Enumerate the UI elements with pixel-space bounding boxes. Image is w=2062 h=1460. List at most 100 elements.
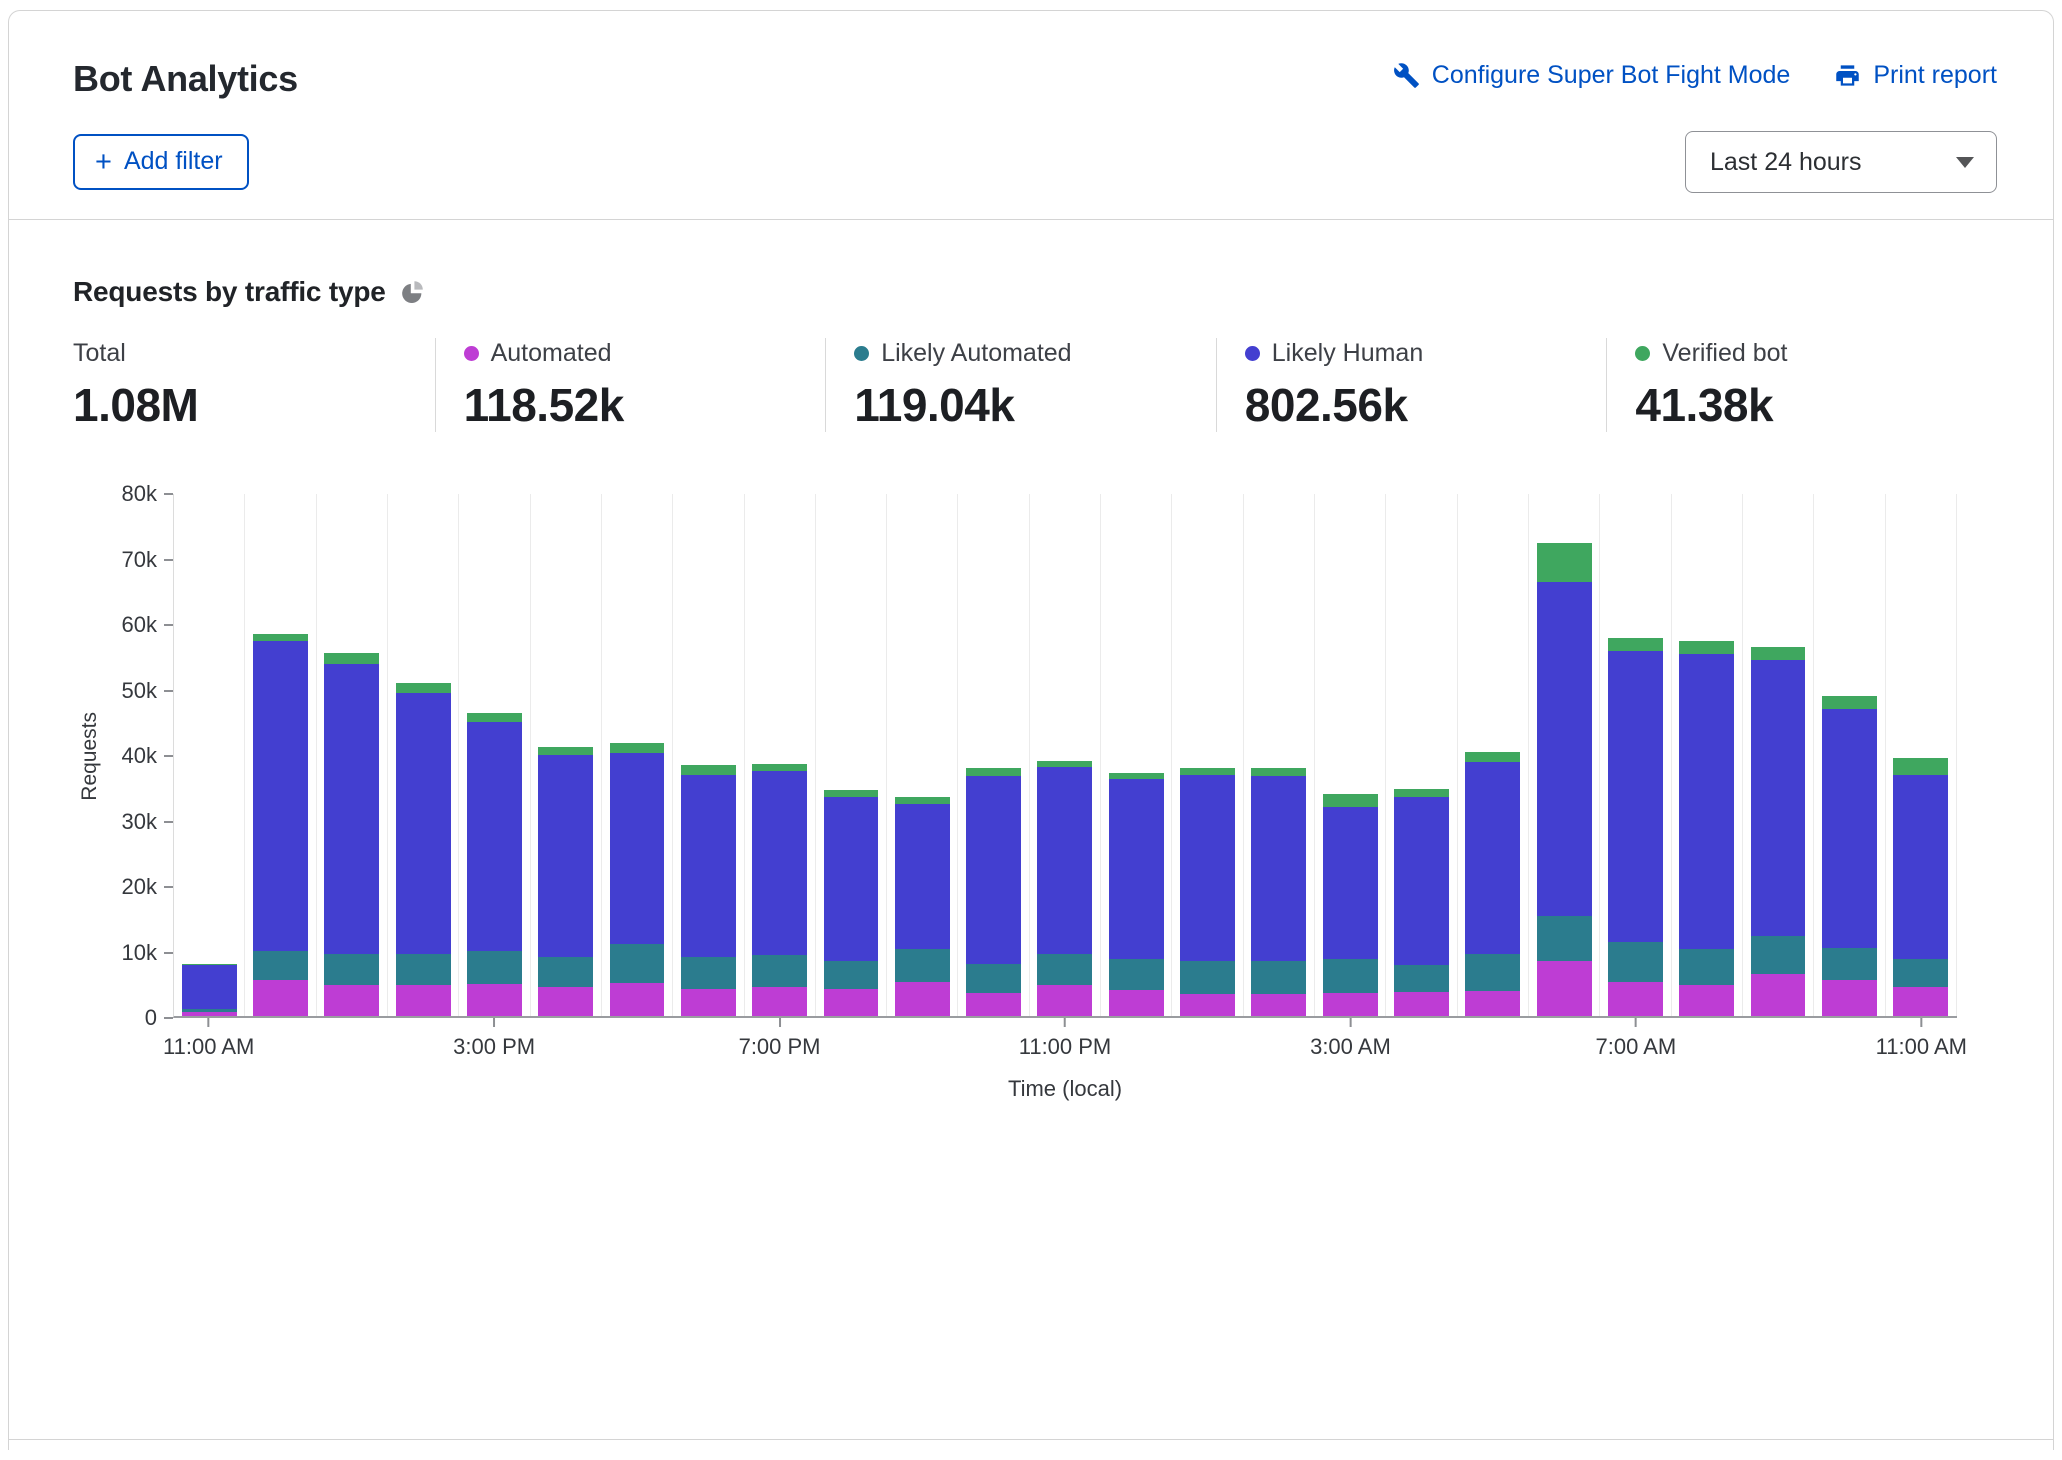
bar-segment-verified-bot[interactable] <box>1394 789 1449 797</box>
stat-verified-bot[interactable]: Verified bot 41.38k <box>1606 338 1997 432</box>
bar-segment-likely-human[interactable] <box>1537 582 1592 916</box>
bar-segment-automated[interactable] <box>752 987 807 1016</box>
bar-segment-likely-human[interactable] <box>396 693 451 954</box>
stacked-bar[interactable] <box>681 494 736 1016</box>
bar-segment-likely-automated[interactable] <box>752 955 807 987</box>
configure-super-bot-fight-mode-link[interactable]: Configure Super Bot Fight Mode <box>1393 61 1791 90</box>
stacked-bar[interactable] <box>610 494 665 1016</box>
bar-segment-likely-automated[interactable] <box>1465 954 1520 991</box>
bar-segment-likely-human[interactable] <box>253 641 308 951</box>
bar-segment-likely-human[interactable] <box>1251 776 1306 961</box>
bar-segment-likely-human[interactable] <box>681 775 736 958</box>
bar-segment-automated[interactable] <box>1251 994 1306 1016</box>
bar-segment-likely-automated[interactable] <box>467 951 522 984</box>
stacked-bar[interactable] <box>752 494 807 1016</box>
bar-segment-verified-bot[interactable] <box>1323 794 1378 807</box>
bar-segment-likely-automated[interactable] <box>396 954 451 985</box>
bar-segment-likely-human[interactable] <box>1465 762 1520 954</box>
bar-segment-likely-human[interactable] <box>1394 797 1449 965</box>
stat-total[interactable]: Total 1.08M <box>73 338 435 432</box>
stacked-bar[interactable] <box>1822 494 1877 1016</box>
bar-segment-likely-automated[interactable] <box>1037 954 1092 985</box>
bar-segment-likely-human[interactable] <box>1893 775 1948 960</box>
stacked-bar[interactable] <box>1537 494 1592 1016</box>
stacked-bar[interactable] <box>824 494 879 1016</box>
bar-segment-verified-bot[interactable] <box>1537 543 1592 582</box>
bar-segment-verified-bot[interactable] <box>1751 647 1806 660</box>
stat-likely-automated[interactable]: Likely Automated 119.04k <box>825 338 1216 432</box>
bar-segment-automated[interactable] <box>966 993 1021 1016</box>
stacked-bar[interactable] <box>1251 494 1306 1016</box>
bar-segment-likely-human[interactable] <box>824 797 879 960</box>
stacked-bar[interactable] <box>966 494 1021 1016</box>
bar-segment-likely-human[interactable] <box>1109 779 1164 959</box>
bar-segment-likely-automated[interactable] <box>824 961 879 989</box>
bar-segment-likely-human[interactable] <box>610 753 665 944</box>
stacked-bar[interactable] <box>1893 494 1948 1016</box>
bar-segment-verified-bot[interactable] <box>610 743 665 753</box>
stacked-bar[interactable] <box>1465 494 1520 1016</box>
bar-segment-verified-bot[interactable] <box>681 765 736 774</box>
stat-likely-human[interactable]: Likely Human 802.56k <box>1216 338 1607 432</box>
stat-automated[interactable]: Automated 118.52k <box>435 338 826 432</box>
stacked-bar[interactable] <box>1180 494 1235 1016</box>
bar-segment-automated[interactable] <box>1109 990 1164 1016</box>
bar-segment-likely-automated[interactable] <box>324 954 379 985</box>
bar-segment-likely-automated[interactable] <box>1822 948 1877 981</box>
bar-segment-automated[interactable] <box>182 1012 237 1016</box>
stacked-bar[interactable] <box>1109 494 1164 1016</box>
bar-segment-likely-human[interactable] <box>467 722 522 950</box>
bar-segment-likely-human[interactable] <box>1679 654 1734 949</box>
bar-segment-likely-automated[interactable] <box>966 964 1021 993</box>
bar-segment-automated[interactable] <box>1893 987 1948 1016</box>
bar-segment-automated[interactable] <box>538 987 593 1016</box>
bar-segment-likely-automated[interactable] <box>1394 965 1449 992</box>
bar-segment-verified-bot[interactable] <box>1465 752 1520 762</box>
bar-segment-verified-bot[interactable] <box>1822 696 1877 709</box>
bar-segment-verified-bot[interactable] <box>824 790 879 797</box>
bar-segment-automated[interactable] <box>467 984 522 1016</box>
bar-segment-automated[interactable] <box>1323 993 1378 1016</box>
bar-segment-automated[interactable] <box>1037 985 1092 1016</box>
bar-segment-likely-automated[interactable] <box>895 949 950 982</box>
bar-segment-likely-human[interactable] <box>324 664 379 954</box>
bar-segment-verified-bot[interactable] <box>538 747 593 755</box>
bar-segment-likely-automated[interactable] <box>1180 961 1235 994</box>
bar-segment-verified-bot[interactable] <box>752 764 807 772</box>
stacked-bar[interactable] <box>895 494 950 1016</box>
bar-segment-likely-automated[interactable] <box>681 957 736 988</box>
bar-segment-automated[interactable] <box>824 989 879 1016</box>
add-filter-button[interactable]: + Add filter <box>73 134 249 190</box>
bar-segment-verified-bot[interactable] <box>467 713 522 723</box>
print-report-link[interactable]: Print report <box>1834 61 1997 90</box>
bar-segment-likely-automated[interactable] <box>538 957 593 986</box>
bar-segment-automated[interactable] <box>1822 980 1877 1016</box>
bar-segment-automated[interactable] <box>681 989 736 1016</box>
bar-segment-automated[interactable] <box>1465 991 1520 1016</box>
bar-segment-likely-automated[interactable] <box>1608 942 1663 982</box>
bar-segment-verified-bot[interactable] <box>324 653 379 663</box>
bar-segment-automated[interactable] <box>253 980 308 1016</box>
bar-segment-likely-human[interactable] <box>1608 651 1663 943</box>
bar-segment-verified-bot[interactable] <box>966 768 1021 776</box>
bar-segment-verified-bot[interactable] <box>1893 758 1948 774</box>
stacked-bar[interactable] <box>253 494 308 1016</box>
bar-segment-automated[interactable] <box>1751 974 1806 1016</box>
stacked-bar[interactable] <box>396 494 451 1016</box>
bar-segment-likely-human[interactable] <box>1037 767 1092 954</box>
bar-segment-likely-human[interactable] <box>895 804 950 949</box>
stacked-bar[interactable] <box>1679 494 1734 1016</box>
bar-segment-likely-automated[interactable] <box>1109 959 1164 990</box>
bar-segment-likely-human[interactable] <box>966 776 1021 964</box>
bar-segment-likely-automated[interactable] <box>1323 959 1378 993</box>
stacked-bar[interactable] <box>182 494 237 1016</box>
bar-segment-likely-human[interactable] <box>182 965 237 1009</box>
bar-segment-likely-human[interactable] <box>1822 709 1877 947</box>
stacked-bar[interactable] <box>467 494 522 1016</box>
bar-segment-verified-bot[interactable] <box>396 683 451 693</box>
bar-segment-automated[interactable] <box>1180 994 1235 1016</box>
bar-segment-likely-automated[interactable] <box>1537 916 1592 960</box>
bar-segment-automated[interactable] <box>396 985 451 1016</box>
bar-segment-automated[interactable] <box>324 985 379 1016</box>
stacked-bar[interactable] <box>324 494 379 1016</box>
